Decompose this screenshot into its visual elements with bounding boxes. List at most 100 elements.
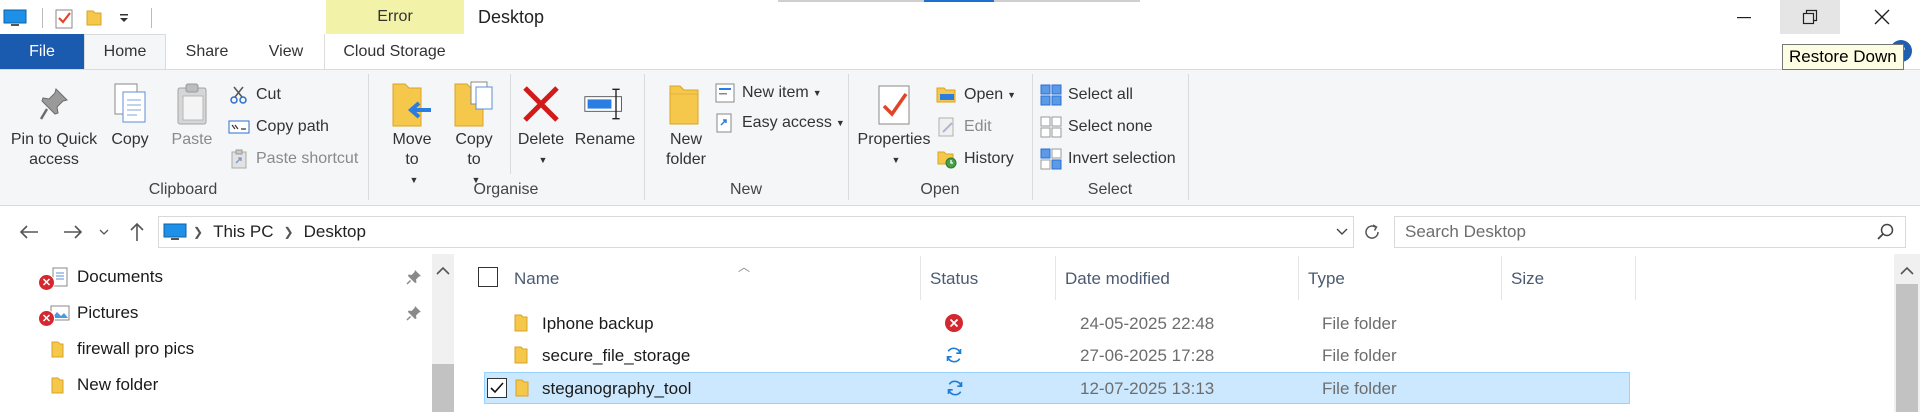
nav-item-firewall-pro-pics[interactable]: firewall pro pics — [0, 332, 430, 366]
file-row-iphone-backup[interactable]: Iphone backup 24-05-2025 22:48 File fold… — [484, 308, 1630, 340]
breadcrumb-separator-icon[interactable]: ❯ — [193, 225, 203, 239]
title-bar: Error Desktop — [0, 0, 1920, 36]
search-input[interactable] — [1405, 222, 1865, 242]
refresh-button[interactable] — [1356, 216, 1388, 248]
tab-view[interactable]: View — [248, 34, 324, 69]
column-divider[interactable] — [920, 256, 921, 300]
nav-pane-scrollbar[interactable] — [432, 254, 454, 412]
file-type: File folder — [1322, 314, 1397, 333]
close-button[interactable] — [1852, 0, 1912, 34]
edit-button[interactable]: Edit — [936, 114, 992, 140]
breadcrumb-separator-icon[interactable]: ❯ — [284, 225, 294, 239]
column-header-name[interactable]: Name ︿ — [514, 254, 914, 304]
tab-cloud-storage[interactable]: Cloud Storage — [324, 34, 464, 69]
row-checkbox-checked[interactable] — [487, 378, 507, 398]
folder-icon — [50, 375, 70, 395]
easy-access-dropdown-icon: ▼ — [835, 118, 845, 128]
search-box[interactable] — [1394, 216, 1906, 248]
column-size-label: Size — [1511, 269, 1545, 288]
column-header-size[interactable]: Size — [1511, 254, 1631, 304]
select-group: Select all Select none Invert selection … — [1034, 70, 1186, 205]
column-header-status[interactable]: Status — [930, 254, 1050, 304]
rename-button[interactable]: Rename — [570, 80, 640, 150]
column-divider[interactable] — [1501, 256, 1502, 300]
new-folder-icon[interactable] — [79, 4, 109, 32]
up-button[interactable] — [122, 217, 152, 247]
column-header-type[interactable]: Type — [1308, 254, 1498, 304]
select-all-button[interactable]: Select all — [1040, 82, 1133, 108]
scroll-up-icon[interactable] — [1900, 263, 1914, 281]
tab-share[interactable]: Share — [166, 34, 248, 69]
invert-selection-button[interactable]: Invert selection — [1040, 146, 1176, 172]
properties-button[interactable]: Properties ▼ — [856, 80, 932, 170]
paste-label: Paste — [171, 131, 213, 148]
address-bar[interactable]: ❯ This PC ❯ Desktop — [158, 216, 1354, 248]
column-header-date-modified[interactable]: Date modified — [1065, 254, 1295, 304]
group-divider — [1032, 74, 1033, 200]
column-divider[interactable] — [1635, 256, 1636, 300]
computer-icon[interactable] — [0, 4, 30, 32]
nav-item-new-folder[interactable]: New folder — [0, 368, 430, 402]
copy-path-label: Copy path — [256, 118, 329, 135]
file-date: 24-05-2025 22:48 — [1080, 314, 1215, 333]
select-none-button[interactable]: Select none — [1040, 114, 1153, 140]
nav-item-pictures[interactable]: ✕ Pictures — [0, 296, 430, 330]
history-label: History — [964, 150, 1014, 167]
properties-check-icon[interactable] — [49, 4, 79, 32]
nav-item-partial[interactable] — [0, 404, 430, 412]
context-tab-header: Error — [326, 0, 464, 34]
copy-label: Copy — [111, 131, 149, 148]
tab-home[interactable]: Home — [84, 34, 166, 69]
file-row-secure-file-storage[interactable]: secure_file_storage 27-06-2025 17:28 Fil… — [484, 340, 1630, 372]
select-all-checkbox[interactable] — [478, 267, 498, 287]
file-list-scrollbar[interactable] — [1894, 254, 1920, 412]
move-to-button[interactable]: Move to ▼ — [384, 80, 440, 190]
column-divider[interactable] — [1055, 256, 1056, 300]
scrollbar-thumb[interactable] — [432, 364, 454, 412]
select-none-label: Select none — [1068, 118, 1153, 135]
new-item-button[interactable]: New item ▼ — [714, 80, 822, 106]
address-dropdown-button[interactable] — [1331, 217, 1353, 247]
copy-button[interactable]: Copy — [106, 80, 154, 150]
pin-icon[interactable] — [406, 269, 422, 290]
tab-file[interactable]: File — [0, 34, 84, 69]
new-folder-label: New folder — [665, 131, 707, 168]
new-folder-button[interactable]: New folder — [658, 80, 714, 170]
paste-shortcut-button[interactable]: Paste shortcut — [228, 146, 358, 172]
history-button[interactable]: History — [936, 146, 1014, 172]
customize-toolbar-chevron-icon[interactable] — [109, 4, 139, 32]
open-label: Open — [964, 86, 1004, 103]
open-button[interactable]: Open ▼ — [936, 82, 1016, 108]
breadcrumb-desktop[interactable]: Desktop — [304, 222, 366, 242]
easy-access-button[interactable]: Easy access ▼ — [714, 110, 845, 136]
recent-locations-button[interactable] — [94, 217, 114, 247]
file-name: steganography_tool — [542, 379, 692, 398]
pin-icon[interactable] — [406, 305, 422, 326]
copy-icon — [108, 80, 152, 128]
search-icon[interactable] — [1877, 223, 1895, 246]
scrollbar-thumb[interactable] — [1896, 284, 1918, 412]
file-type: File folder — [1322, 379, 1397, 398]
easy-access-icon — [714, 112, 736, 134]
pin-to-quick-access-button[interactable]: Pin to Quick access — [10, 80, 98, 170]
column-type-label: Type — [1308, 269, 1345, 288]
breadcrumb-this-pc[interactable]: This PC — [213, 222, 273, 242]
minimize-button[interactable] — [1714, 0, 1774, 34]
invert-selection-icon — [1040, 148, 1062, 170]
properties-check-icon — [872, 80, 916, 128]
paste-button[interactable]: Paste — [166, 80, 218, 150]
folder-icon — [515, 378, 531, 403]
delete-button[interactable]: Delete ▼ — [516, 80, 566, 170]
back-button[interactable] — [14, 217, 44, 247]
scroll-up-icon[interactable] — [436, 263, 450, 281]
column-divider[interactable] — [1298, 256, 1299, 300]
restore-down-button[interactable] — [1780, 0, 1840, 34]
properties-dropdown-icon: ▼ — [891, 155, 901, 165]
toolbar-divider — [42, 8, 43, 28]
copy-path-button[interactable]: Copy path — [228, 114, 329, 140]
forward-button[interactable] — [58, 217, 88, 247]
cut-button[interactable]: Cut — [228, 82, 281, 108]
copy-to-button[interactable]: Copy to ▼ — [446, 80, 502, 190]
file-row-steganography-tool[interactable]: steganography_tool 12-07-2025 13:13 File… — [484, 372, 1630, 404]
nav-item-documents[interactable]: ✕ Documents — [0, 260, 430, 294]
